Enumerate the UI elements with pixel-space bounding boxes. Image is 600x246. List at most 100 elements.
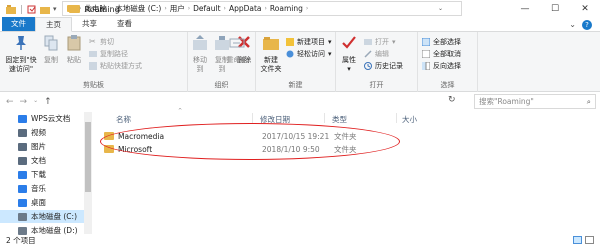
chevron-right-icon[interactable]: ›: [110, 5, 112, 12]
sidebar-item-label: 桌面: [31, 198, 46, 207]
sidebar-item-label: WPS云文档: [31, 114, 71, 123]
scissors-icon: ✂: [89, 37, 96, 46]
invert-selection-button[interactable]: 反向选择: [422, 61, 461, 71]
sidebar-item-7[interactable]: 本地磁盘 (C:): [0, 210, 84, 223]
clipboard-group-label: 剪贴板: [83, 81, 104, 89]
tab-view[interactable]: 查看: [107, 17, 142, 31]
sidebar-item-label: 本地磁盘 (C:): [31, 212, 77, 221]
copy-button[interactable]: 复制: [40, 35, 62, 65]
maximize-button[interactable]: ☐: [540, 0, 570, 18]
chevron-right-icon[interactable]: ›: [224, 5, 226, 12]
pin-icon: [16, 36, 26, 50]
new-group: 新建 文件夹 新建项目 ▾ 轻松访问 ▾ 新建: [256, 32, 336, 92]
edit-button[interactable]: 编辑: [364, 49, 389, 59]
search-icon[interactable]: ⌕: [587, 97, 591, 107]
pin-quick-access-button[interactable]: 固定到"快 速访问": [2, 35, 40, 74]
view-switcher: [573, 236, 594, 244]
copy-label: 复制: [44, 56, 58, 64]
select-none-button[interactable]: 全部取消: [422, 49, 461, 59]
nav-scrollbar[interactable]: [84, 112, 92, 234]
rename-button[interactable]: 重命名: [226, 35, 248, 65]
new-folder-quick-icon[interactable]: [40, 5, 50, 14]
chevron-right-icon[interactable]: ›: [79, 5, 81, 12]
expand-ribbon-icon[interactable]: ⌄: [569, 20, 576, 30]
up-arrow-icon[interactable]: ↑: [44, 97, 52, 107]
sidebar-item-2[interactable]: 图片: [0, 140, 84, 153]
nav-scrollbar-thumb[interactable]: [85, 122, 91, 192]
back-arrow-icon[interactable]: ←: [6, 97, 14, 107]
new-item-button[interactable]: 新建项目 ▾: [286, 37, 332, 47]
sidebar-item-0[interactable]: WPS云文档: [0, 112, 84, 125]
edit-icon: [364, 50, 372, 58]
chevron-right-icon[interactable]: ›: [188, 5, 190, 12]
chevron-right-icon[interactable]: ›: [265, 5, 267, 12]
sidebar-item-5[interactable]: 音乐: [0, 182, 84, 195]
ribbon-tabs: 文件 主页 共享 查看 ⌄ ?: [0, 17, 600, 32]
history-button[interactable]: 历史记录: [364, 61, 403, 71]
column-header-size[interactable]: 大小: [402, 114, 417, 125]
paste-button[interactable]: 粘贴: [63, 35, 85, 65]
address-bar[interactable]: › 此电脑 › 本地磁盘 (C:) › 用户 › Default › AppDa…: [62, 1, 462, 16]
move-to-icon: [193, 35, 207, 50]
select-all-label: 全部选择: [433, 38, 461, 46]
copy-path-button[interactable]: 复制路径: [89, 49, 128, 59]
recent-locations-icon[interactable]: ⌄: [33, 97, 38, 107]
search-input[interactable]: 搜索"Roaming": [479, 96, 534, 107]
properties-label: 属性: [342, 56, 356, 64]
help-icon[interactable]: ?: [582, 20, 592, 30]
new-folder-button[interactable]: 新建 文件夹: [258, 35, 284, 74]
breadcrumb-this-pc[interactable]: 此电脑: [84, 3, 107, 14]
pictures-folder-icon: [18, 142, 27, 151]
chevron-right-icon[interactable]: ›: [306, 5, 308, 12]
cut-button[interactable]: ✂ 剪切: [89, 37, 114, 47]
select-all-button[interactable]: 全部选择: [422, 37, 461, 47]
breadcrumb-roaming[interactable]: Roaming: [270, 4, 303, 13]
cut-label: 剪切: [100, 38, 114, 46]
forward-arrow-icon[interactable]: →: [20, 97, 28, 107]
column-divider[interactable]: [396, 113, 397, 123]
documents-folder-icon: [18, 156, 27, 165]
large-icons-view-icon[interactable]: [585, 236, 594, 244]
easy-access-button[interactable]: 轻松访问 ▾: [286, 49, 332, 59]
music-folder-icon: [18, 184, 27, 193]
minimize-button[interactable]: —: [510, 0, 540, 18]
breadcrumb-c-drive[interactable]: 本地磁盘 (C:): [115, 3, 161, 14]
column-divider[interactable]: [324, 113, 325, 123]
breadcrumb-appdata[interactable]: AppData: [229, 4, 262, 13]
sidebar-item-6[interactable]: 桌面: [0, 196, 84, 209]
select-group-label: 选择: [440, 81, 455, 89]
new-group-label: 新建: [288, 81, 303, 89]
select-group: 全部选择 全部取消 反向选择 选择: [418, 32, 478, 92]
properties-button[interactable]: 属性 ▾: [338, 35, 360, 74]
properties-quick-icon[interactable]: [27, 5, 37, 14]
breadcrumb-users[interactable]: 用户: [170, 3, 185, 14]
open-icon: [364, 39, 372, 45]
address-dropdown-icon[interactable]: ⌄: [438, 5, 443, 12]
customize-quick-access-icon[interactable]: ▾: [53, 5, 57, 13]
breadcrumb-default[interactable]: Default: [193, 4, 220, 13]
desktop-folder-icon: [18, 198, 27, 207]
column-header-type[interactable]: 类型: [332, 114, 347, 125]
item-count: 2 个项目: [6, 235, 36, 245]
paste-shortcut-button[interactable]: 粘贴快捷方式: [89, 61, 142, 71]
tab-share[interactable]: 共享: [72, 17, 107, 31]
search-box[interactable]: 搜索"Roaming" ⌕: [474, 94, 596, 109]
move-to-button[interactable]: 移动到: [190, 35, 210, 74]
refresh-icon[interactable]: ↻: [448, 95, 456, 105]
details-view-icon[interactable]: [573, 236, 582, 244]
organize-group-label: 组织: [214, 81, 229, 89]
tab-file[interactable]: 文件: [2, 17, 35, 31]
open-button[interactable]: 打开 ▾: [364, 37, 396, 47]
sidebar-item-1[interactable]: 视频: [0, 126, 84, 139]
divider: [21, 4, 22, 14]
sidebar-item-4[interactable]: 下载: [0, 168, 84, 181]
column-header-name[interactable]: 名称: [116, 114, 131, 125]
column-divider[interactable]: [252, 113, 253, 123]
chevron-down-icon: ▾: [347, 65, 351, 73]
open-group: 属性 ▾ 打开 ▾ 编辑 历史记录 打开: [336, 32, 418, 92]
tab-home[interactable]: 主页: [35, 17, 72, 32]
video-folder-icon: [18, 128, 27, 137]
chevron-right-icon[interactable]: ›: [164, 5, 166, 12]
sidebar-item-3[interactable]: 文档: [0, 154, 84, 167]
close-button[interactable]: ✕: [570, 0, 600, 18]
